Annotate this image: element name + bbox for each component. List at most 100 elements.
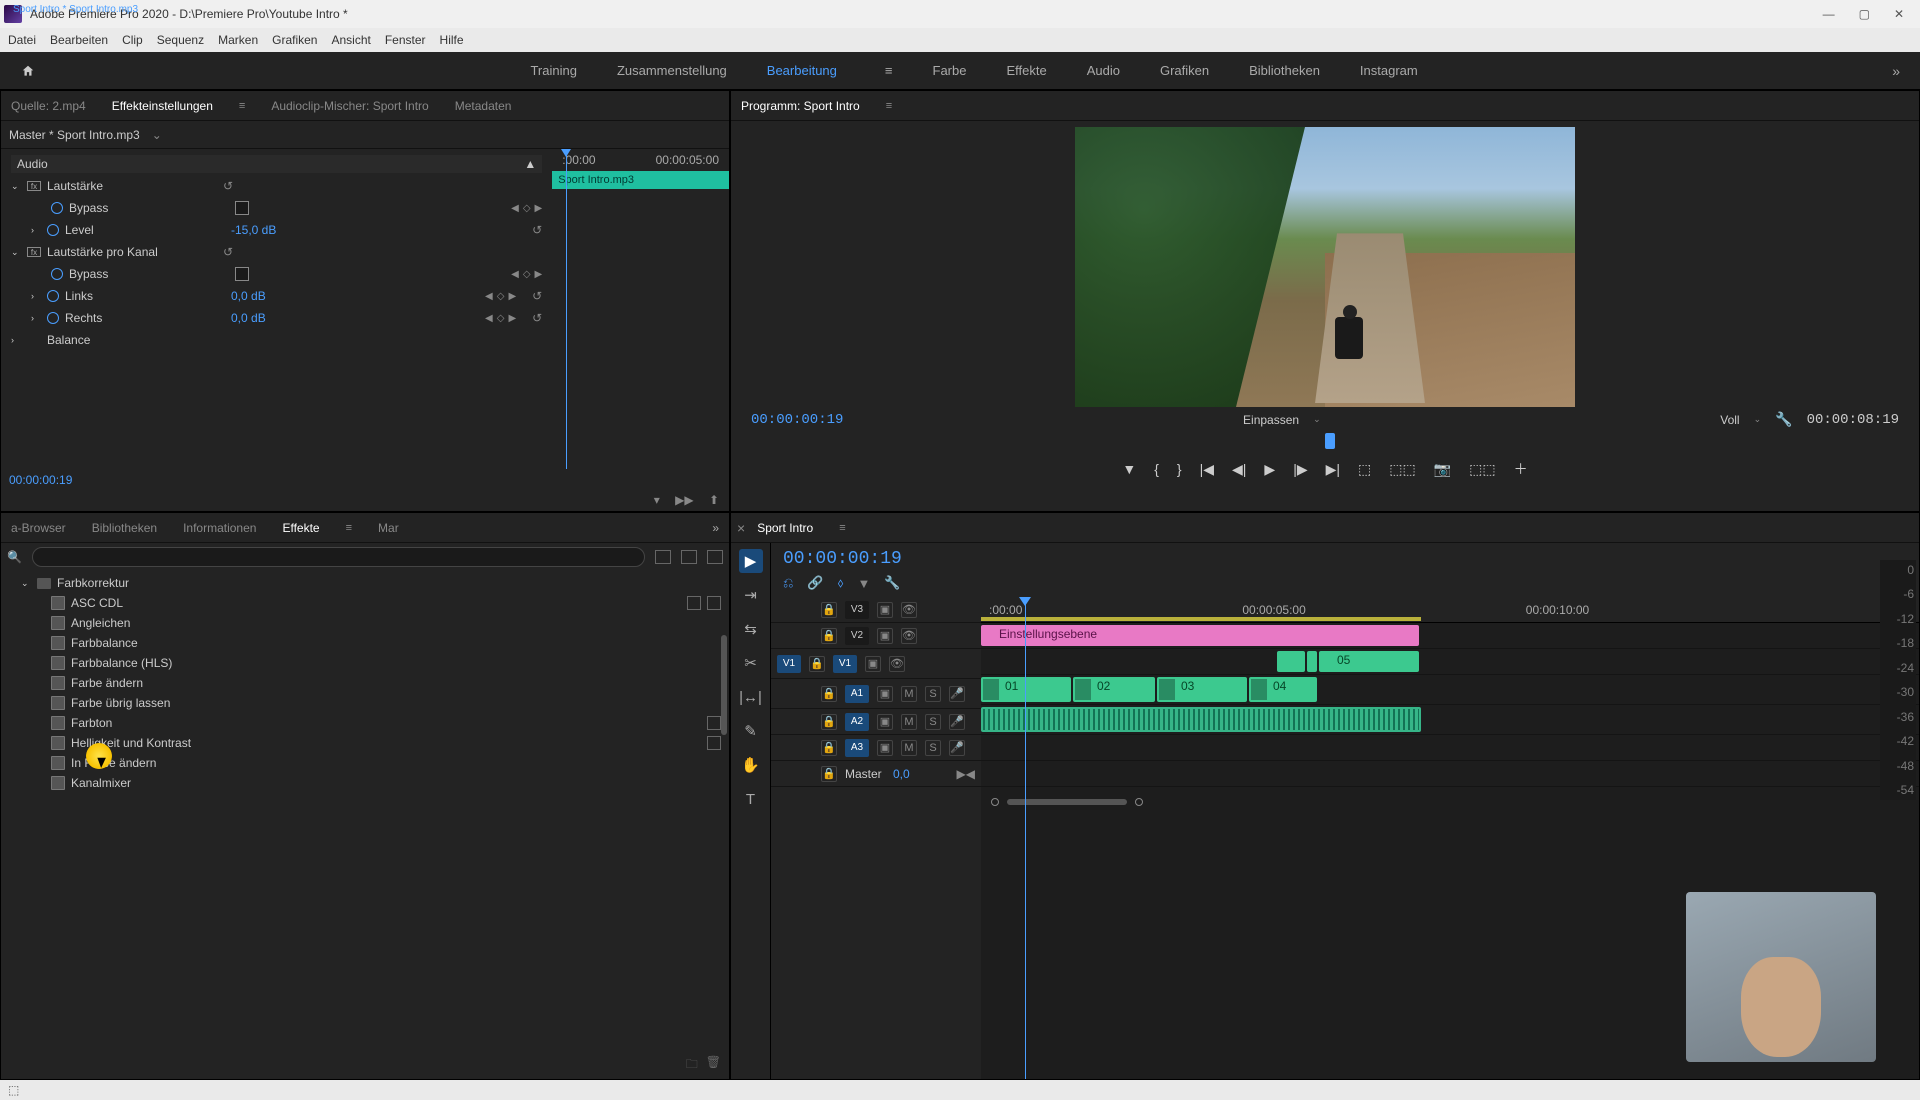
clip-04[interactable]: 04 (1249, 677, 1317, 702)
workspace-effekte[interactable]: Effekte (1006, 63, 1046, 78)
links-keyframe-toggle[interactable] (47, 290, 59, 302)
mark-in-button[interactable]: { (1154, 461, 1159, 477)
marker-icon[interactable]: ⬨ (838, 575, 844, 591)
slip-tool[interactable]: |↔| (739, 685, 763, 709)
tab-metadaten[interactable]: Metadaten (455, 99, 512, 113)
tab-effekte[interactable]: Effekte (282, 521, 319, 535)
workspace-audio[interactable]: Audio (1087, 63, 1120, 78)
fx-playhead[interactable] (566, 149, 567, 469)
program-menu-icon[interactable]: ≡ (886, 100, 892, 112)
track-a2[interactable]: A2 (845, 713, 869, 731)
kf-next-button[interactable]: ▶ (535, 269, 543, 280)
rechts-reset-button[interactable]: ↺ (532, 311, 542, 325)
audio-meter[interactable]: 0-6-12-18-24-30-36-42-48-54 (1880, 560, 1916, 800)
program-viewer[interactable] (1075, 127, 1575, 407)
work-area-bar[interactable] (981, 617, 1421, 621)
bypass2-keyframe-toggle[interactable] (51, 268, 63, 280)
razor-tool[interactable]: ✂ (739, 651, 763, 675)
folder-farbkorrektur[interactable]: Farbkorrektur (57, 576, 129, 590)
master-value[interactable]: 0,0 (893, 767, 910, 781)
fx-filter-icon[interactable]: ▾ (654, 493, 660, 507)
v3-lock[interactable]: 🔒 (821, 602, 837, 618)
links-value[interactable]: 0,0 dB (231, 289, 479, 303)
tab-overflow-button[interactable]: » (712, 521, 719, 535)
trash-button[interactable]: 🗑 (706, 1055, 721, 1076)
clip-02[interactable]: 02 (1073, 677, 1155, 702)
track-v2[interactable]: V2 (845, 627, 869, 645)
track-master[interactable]: Master (845, 767, 885, 781)
timeline-playhead[interactable] (1025, 597, 1026, 1079)
effect-item[interactable]: Farbbalance (HLS) (1, 653, 729, 673)
rechts-keyframe-toggle[interactable] (47, 312, 59, 324)
lift-button[interactable]: ⬚ (1358, 461, 1371, 478)
new-bin-button[interactable]: 🗀 (686, 1055, 698, 1076)
tab-audioclip-mischer[interactable]: Audioclip-Mischer: Sport Intro (271, 99, 428, 113)
program-fit-select[interactable]: Einpassen (1243, 413, 1299, 427)
menu-sequenz[interactable]: Sequenz (157, 33, 204, 47)
bypass-checkbox[interactable] (235, 201, 249, 215)
step-back-button[interactable]: ◀| (1232, 461, 1246, 478)
a1-mute[interactable]: M (901, 686, 917, 702)
effect-item[interactable]: Farbe übrig lassen (1, 693, 729, 713)
tab-browser[interactable]: a-Browser (11, 521, 66, 535)
kf-prev-button[interactable]: ◀ (511, 203, 519, 214)
effect-timeline[interactable]: :00:00 00:00:05:00 Sport Intro.mp3 (552, 149, 729, 469)
close-sequence-button[interactable]: × (737, 520, 745, 536)
effect-item[interactable]: Farbe ändern (1, 673, 729, 693)
a1-solo[interactable]: S (925, 686, 941, 702)
menu-marken[interactable]: Marken (218, 33, 258, 47)
menu-ansicht[interactable]: Ansicht (331, 33, 370, 47)
menu-hilfe[interactable]: Hilfe (440, 33, 464, 47)
workspace-training[interactable]: Training (530, 63, 576, 78)
fit-chevron-icon[interactable]: ⌄ (1313, 414, 1321, 425)
kf-prev-button[interactable]: ◀ (511, 269, 519, 280)
v3-output[interactable]: ▣ (877, 602, 893, 618)
panel-menu-icon[interactable]: ≡ (239, 100, 245, 112)
go-to-in-button[interactable]: |◀ (1200, 461, 1214, 478)
zoom-in-handle[interactable] (1135, 798, 1143, 806)
workspace-farbe[interactable]: Farbe (933, 63, 967, 78)
clip-audio-a1[interactable] (981, 707, 1421, 732)
clip-path-label[interactable]: Sport Intro * Sport Intro.mp3 (9, 90, 142, 512)
a1-voiceover[interactable]: 🎤 (949, 686, 965, 702)
track-v3[interactable]: V3 (845, 601, 869, 619)
v2-lock[interactable]: 🔒 (821, 628, 837, 644)
clip-adjustment-layer[interactable]: Einstellungsebene (981, 625, 1419, 646)
program-title[interactable]: Programm: Sport Intro (741, 99, 860, 113)
bypass2-checkbox[interactable] (235, 267, 249, 281)
lautstaerke-reset-button[interactable]: ↺ (223, 179, 233, 193)
workspace-grafiken[interactable]: Grafiken (1160, 63, 1209, 78)
clip-v2-a[interactable] (1277, 651, 1305, 672)
effect-item[interactable]: Kanalmixer (1, 773, 729, 793)
window-minimize-button[interactable]: — (1823, 7, 1835, 21)
zoom-out-handle[interactable] (991, 798, 999, 806)
program-scrubber-head[interactable] (1325, 433, 1335, 449)
effects-scrollbar[interactable] (721, 635, 727, 735)
workspace-zusammenstellung[interactable]: Zusammenstellung (617, 63, 727, 78)
ripple-tool[interactable]: ⇆ (739, 617, 763, 641)
badge-yuv-icon[interactable] (681, 550, 697, 564)
sequence-tab[interactable]: Sport Intro (757, 521, 813, 535)
master-clip-caret-icon[interactable]: ⌄ (152, 128, 162, 142)
play-button[interactable]: ▶ (1264, 461, 1275, 478)
badge-accel-icon[interactable] (707, 550, 723, 564)
clip-01[interactable]: 01 (981, 677, 1071, 702)
clip-03[interactable]: 03 (1157, 677, 1247, 702)
effects-menu-icon[interactable]: ≡ (346, 522, 352, 534)
master-meter-icon[interactable]: ▶◀ (957, 767, 975, 781)
step-forward-button[interactable]: |▶ (1293, 461, 1307, 478)
selection-tool[interactable]: ▶ (739, 549, 763, 573)
effects-search-input[interactable] (32, 547, 645, 567)
tab-mar[interactable]: Mar (378, 521, 399, 535)
tab-bibliotheken[interactable]: Bibliotheken (92, 521, 157, 535)
links-reset-button[interactable]: ↺ (532, 289, 542, 303)
quality-chevron-icon[interactable]: ⌄ (1754, 414, 1762, 425)
rechts-value[interactable]: 0,0 dB (231, 311, 479, 325)
go-to-out-button[interactable]: ▶| (1326, 461, 1340, 478)
fx-export-icon[interactable]: ⬆ (709, 493, 719, 507)
level-reset-button[interactable]: ↺ (532, 223, 542, 237)
mark-out-button[interactable]: } (1177, 461, 1182, 477)
level-value[interactable]: -15,0 dB (231, 223, 516, 237)
workspace-instagram[interactable]: Instagram (1360, 63, 1418, 78)
track-a3[interactable]: A3 (845, 739, 869, 757)
